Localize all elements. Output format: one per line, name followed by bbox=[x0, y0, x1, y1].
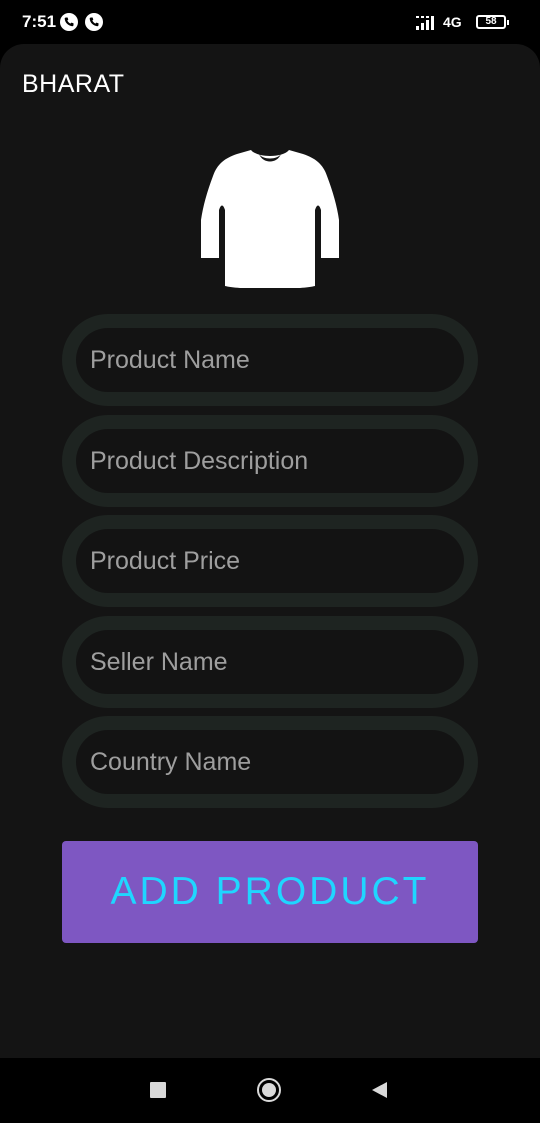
product-description-input[interactable] bbox=[76, 429, 464, 493]
status-time: 7:51 bbox=[22, 12, 57, 31]
app-content: BHARAT ADD PRODUCT bbox=[0, 44, 540, 1058]
battery-level: 58 bbox=[485, 16, 497, 27]
product-name-input[interactable] bbox=[76, 328, 464, 392]
back-icon[interactable] bbox=[372, 1082, 387, 1098]
status-bar: 7:51 4G 58 bbox=[0, 0, 540, 44]
app-title: BHARAT bbox=[22, 70, 125, 98]
home-icon[interactable] bbox=[257, 1078, 281, 1102]
shirt-icon bbox=[201, 150, 339, 288]
navigation-bar bbox=[0, 1058, 540, 1123]
add-product-button[interactable]: ADD PRODUCT bbox=[62, 841, 478, 943]
signal-icon bbox=[416, 16, 434, 30]
product-price-input[interactable] bbox=[76, 529, 464, 593]
recents-icon[interactable] bbox=[150, 1082, 166, 1098]
product-name-field bbox=[62, 314, 478, 406]
whatsapp-call-icon bbox=[60, 13, 78, 31]
product-price-field bbox=[62, 515, 478, 607]
battery-icon: 58 bbox=[476, 15, 509, 29]
network-type: 4G bbox=[443, 14, 462, 30]
seller-name-input[interactable] bbox=[76, 630, 464, 694]
product-description-field bbox=[62, 415, 478, 507]
country-name-input[interactable] bbox=[76, 730, 464, 794]
whatsapp-call-icon bbox=[85, 13, 103, 31]
country-name-field bbox=[62, 716, 478, 808]
seller-name-field bbox=[62, 616, 478, 708]
screen: 7:51 4G 58 BHARAT Product Name Product D… bbox=[0, 0, 540, 1123]
